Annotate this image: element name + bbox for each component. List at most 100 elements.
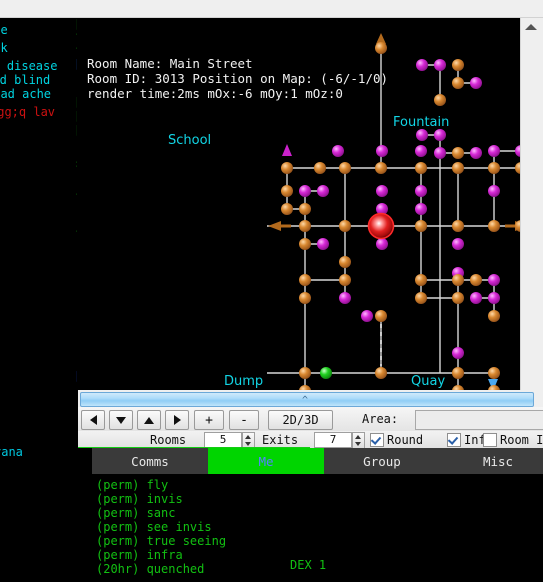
map-room-node[interactable] bbox=[299, 185, 311, 197]
map-exit-arrow-up_magenta[interactable] bbox=[282, 144, 292, 156]
map-vertical-scrollbar[interactable] bbox=[520, 18, 543, 390]
map-room-node[interactable] bbox=[320, 367, 332, 379]
map-pane[interactable]: Room Name: Main Street Room ID: 3013 Pos… bbox=[77, 18, 520, 390]
exits-input[interactable]: 7 bbox=[314, 432, 352, 448]
map-room-node[interactable] bbox=[452, 162, 464, 174]
map-room-node[interactable] bbox=[452, 347, 464, 359]
map-room-node[interactable] bbox=[299, 367, 311, 379]
map-room-node[interactable] bbox=[376, 145, 388, 157]
map-room-node[interactable] bbox=[375, 310, 387, 322]
map-room-node[interactable] bbox=[375, 162, 387, 174]
map-room-node[interactable] bbox=[339, 162, 351, 174]
bottom-left-filler bbox=[0, 474, 78, 582]
affect-line: (perm) see invis bbox=[96, 520, 212, 534]
zoom-in-label: + bbox=[205, 412, 213, 428]
map-room-node[interactable] bbox=[339, 274, 351, 286]
map-room-node[interactable] bbox=[299, 238, 311, 250]
map-room-node[interactable] bbox=[470, 292, 482, 304]
map-room-node[interactable] bbox=[488, 185, 500, 197]
left-terminal-line: ide bbox=[0, 23, 8, 37]
tab-group[interactable]: Group bbox=[324, 448, 440, 474]
info-checkbox[interactable] bbox=[447, 433, 461, 447]
map-room-node[interactable] bbox=[299, 220, 311, 232]
map-room-node[interactable] bbox=[452, 238, 464, 250]
bottom-tab-bar: Comms Me Group Misc bbox=[78, 448, 543, 474]
room-ids-checkbox[interactable] bbox=[483, 433, 497, 447]
map-room-node[interactable] bbox=[415, 185, 427, 197]
exits-stepper[interactable] bbox=[352, 432, 365, 449]
map-room-node[interactable] bbox=[281, 162, 293, 174]
scroll-up-arrow-icon[interactable] bbox=[525, 24, 537, 30]
hscroll-thumb[interactable]: ^ bbox=[80, 392, 534, 407]
map-room-node[interactable] bbox=[488, 220, 500, 232]
map-room-node[interactable] bbox=[416, 129, 428, 141]
map-room-node[interactable] bbox=[452, 77, 464, 89]
left-terminal-line: eak bbox=[0, 41, 8, 55]
map-room-node[interactable] bbox=[415, 292, 427, 304]
map-room-node[interactable] bbox=[416, 59, 428, 71]
map-room-node[interactable] bbox=[339, 220, 351, 232]
tab-misc[interactable]: Misc bbox=[440, 448, 543, 474]
area-select[interactable] bbox=[415, 410, 543, 430]
map-room-node[interactable] bbox=[361, 310, 373, 322]
area-label: Area: bbox=[362, 412, 399, 426]
pan-left-button[interactable] bbox=[81, 410, 105, 430]
pan-down-icon bbox=[116, 416, 126, 424]
map-exit-arrow-left[interactable] bbox=[268, 221, 281, 231]
map-room-node[interactable] bbox=[434, 129, 446, 141]
map-room-node[interactable] bbox=[376, 185, 388, 197]
map-room-node[interactable] bbox=[281, 203, 293, 215]
map-room-node[interactable] bbox=[415, 220, 427, 232]
map-room-node[interactable] bbox=[488, 292, 500, 304]
map-room-node[interactable] bbox=[415, 145, 427, 157]
map-room-node[interactable] bbox=[375, 42, 387, 54]
map-room-node[interactable] bbox=[452, 367, 464, 379]
pan-down-button[interactable] bbox=[109, 410, 133, 430]
map-room-node[interactable] bbox=[299, 274, 311, 286]
map-room-node[interactable] bbox=[299, 203, 311, 215]
map-room-node[interactable] bbox=[299, 292, 311, 304]
map-room-node[interactable] bbox=[452, 147, 464, 159]
map-room-node[interactable] bbox=[317, 185, 329, 197]
pan-up-button[interactable] bbox=[137, 410, 161, 430]
tab-comms[interactable]: Comms bbox=[92, 448, 208, 474]
round-checkbox[interactable] bbox=[370, 433, 384, 447]
map-room-node[interactable] bbox=[470, 147, 482, 159]
map-horizontal-scrollbar[interactable]: ^ bbox=[78, 390, 543, 407]
map-room-node[interactable] bbox=[415, 162, 427, 174]
map-room-node[interactable] bbox=[376, 238, 388, 250]
map-room-node[interactable] bbox=[470, 77, 482, 89]
map-room-node[interactable] bbox=[488, 310, 500, 322]
map-room-node[interactable] bbox=[488, 274, 500, 286]
pan-right-button[interactable] bbox=[165, 410, 189, 430]
map-room-node[interactable] bbox=[488, 162, 500, 174]
map-room-node[interactable] bbox=[470, 274, 482, 286]
map-room-node[interactable] bbox=[339, 256, 351, 268]
map-room-node[interactable] bbox=[375, 367, 387, 379]
rooms-input[interactable]: 5 bbox=[204, 432, 242, 448]
map-room-node[interactable] bbox=[317, 238, 329, 250]
affects-terminal-pane[interactable]: (perm) fly (perm) invis (perm) sanc (perm) … bbox=[78, 474, 543, 582]
map-room-node[interactable] bbox=[452, 274, 464, 286]
zoom-out-button[interactable]: - bbox=[229, 410, 259, 430]
render-time-line: render time:2ms mOx:-6 mOy:1 mOz:0 bbox=[87, 86, 343, 101]
map-room-node[interactable] bbox=[488, 367, 500, 379]
map-room-node[interactable] bbox=[434, 59, 446, 71]
map-room-node[interactable] bbox=[434, 147, 446, 159]
map-room-node[interactable] bbox=[488, 145, 500, 157]
map-room-node[interactable] bbox=[434, 94, 446, 106]
mode-2d3d-button[interactable]: 2D/3D bbox=[268, 410, 333, 430]
map-room-node[interactable] bbox=[415, 274, 427, 286]
map-room-node[interactable] bbox=[314, 162, 326, 174]
map-room-node[interactable] bbox=[452, 292, 464, 304]
zoom-in-button[interactable]: + bbox=[194, 410, 224, 430]
map-room-node[interactable] bbox=[452, 220, 464, 232]
map-room-node[interactable] bbox=[339, 292, 351, 304]
map-room-node[interactable] bbox=[415, 203, 427, 215]
tab-me[interactable]: Me bbox=[208, 448, 324, 474]
pan-right-icon bbox=[173, 415, 181, 425]
hscroll-caret-icon: ^ bbox=[302, 395, 309, 406]
map-room-node[interactable] bbox=[281, 185, 293, 197]
map-room-node[interactable] bbox=[452, 59, 464, 71]
map-room-node[interactable] bbox=[332, 145, 344, 157]
